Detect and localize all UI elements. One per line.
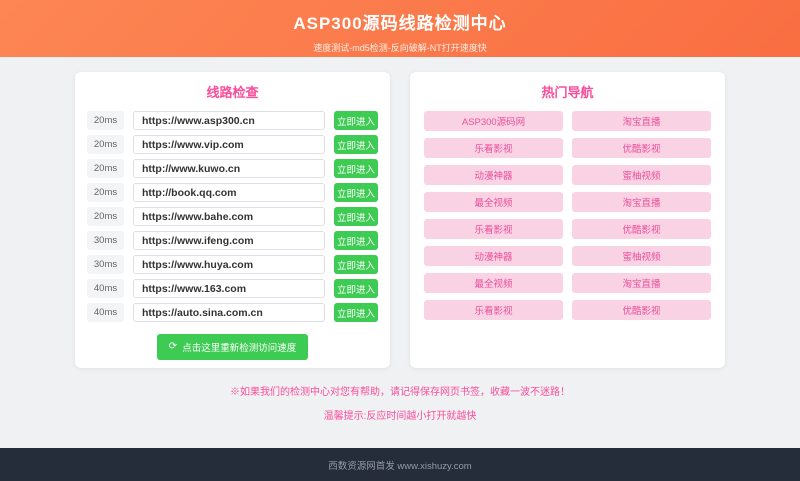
- check-row: 40ms 立即进入: [87, 279, 378, 298]
- nav-link-button[interactable]: 淘宝直播: [572, 192, 711, 212]
- ping-badge: 30ms: [87, 231, 124, 250]
- main-content: 线路检查 20ms立即进入20ms立即进入20ms立即进入20ms立即进入20m…: [0, 57, 800, 368]
- ping-badge: 20ms: [87, 207, 124, 226]
- url-input[interactable]: [133, 279, 325, 298]
- ping-badge: 30ms: [87, 255, 124, 274]
- nav-link-button[interactable]: 最全视频: [424, 273, 563, 293]
- ping-badge: 20ms: [87, 159, 124, 178]
- ping-badge: 20ms: [87, 111, 124, 130]
- notes: ※如果我们的检测中心对您有帮助，请记得保存网页书签，收藏一波不迷路！ 温馨提示:…: [0, 383, 800, 422]
- url-input[interactable]: [133, 207, 325, 226]
- nav-link-button[interactable]: 最全视频: [424, 192, 563, 212]
- enter-button[interactable]: 立即进入: [334, 303, 378, 322]
- enter-button[interactable]: 立即进入: [334, 231, 378, 250]
- nav-link-button[interactable]: ASP300源码网: [424, 111, 563, 131]
- line-check-title: 线路检查: [87, 82, 378, 101]
- ping-badge: 40ms: [87, 279, 124, 298]
- page-title: ASP300源码线路检测中心: [0, 9, 800, 34]
- url-input[interactable]: [133, 231, 325, 250]
- header: ASP300源码线路检测中心 速度测试-md5检测-反向破解-NT打开速度快: [0, 0, 800, 57]
- check-row: 30ms 立即进入: [87, 255, 378, 274]
- enter-button[interactable]: 立即进入: [334, 207, 378, 226]
- enter-button[interactable]: 立即进入: [334, 279, 378, 298]
- enter-button[interactable]: 立即进入: [334, 183, 378, 202]
- hot-nav-title: 热门导航: [422, 82, 713, 101]
- footer-text: 西数资源网首发 www.xishuzy.com: [328, 458, 471, 472]
- check-row: 30ms 立即进入: [87, 231, 378, 250]
- ping-badge: 20ms: [87, 135, 124, 154]
- nav-link-button[interactable]: 乐看影视: [424, 138, 563, 158]
- nav-link-button[interactable]: 蜜柚视频: [572, 165, 711, 185]
- check-row: 20ms 立即进入: [87, 159, 378, 178]
- url-input[interactable]: [133, 159, 325, 178]
- speed-tip-text: 温馨提示:反应时间越小打开就越快: [0, 407, 800, 422]
- enter-button[interactable]: 立即进入: [334, 111, 378, 130]
- nav-link-button[interactable]: 乐看影视: [424, 300, 563, 320]
- enter-button[interactable]: 立即进入: [334, 135, 378, 154]
- nav-link-button[interactable]: 淘宝直播: [572, 111, 711, 131]
- check-row: 20ms 立即进入: [87, 207, 378, 226]
- url-input[interactable]: [133, 135, 325, 154]
- refresh-button[interactable]: ⟳ 点击这里重新检测访问速度: [157, 334, 308, 360]
- hot-nav-card: 热门导航 ASP300源码网淘宝直播乐看影视优酷影视动漫神器蜜柚视频最全视频淘宝…: [410, 72, 725, 368]
- nav-link-button[interactable]: 动漫神器: [424, 165, 563, 185]
- nav-link-button[interactable]: 淘宝直播: [572, 273, 711, 293]
- line-check-rows: 20ms 立即进入 20ms 立即进入 20ms 立即进入 20ms 立即进入 20ms 立即进入…: [87, 111, 378, 322]
- url-input[interactable]: [133, 183, 325, 202]
- bookmark-tip-text: ※如果我们的检测中心对您有帮助，请记得保存网页书签，收藏一波不迷路！: [0, 383, 800, 398]
- refresh-icon: ⟳: [169, 342, 177, 352]
- nav-link-button[interactable]: 动漫神器: [424, 246, 563, 266]
- nav-link-button[interactable]: 乐看影视: [424, 219, 563, 239]
- enter-button[interactable]: 立即进入: [334, 159, 378, 178]
- ping-badge: 40ms: [87, 303, 124, 322]
- check-row: 20ms 立即进入: [87, 183, 378, 202]
- nav-link-button[interactable]: 优酷影视: [572, 219, 711, 239]
- hot-nav-grid: ASP300源码网淘宝直播乐看影视优酷影视动漫神器蜜柚视频最全视频淘宝直播乐看影…: [422, 111, 713, 320]
- page: ASP300源码线路检测中心 速度测试-md5检测-反向破解-NT打开速度快 线…: [0, 0, 800, 481]
- footer: 西数资源网首发 www.xishuzy.com: [0, 448, 800, 481]
- nav-link-button[interactable]: 蜜柚视频: [572, 246, 711, 266]
- enter-button[interactable]: 立即进入: [334, 255, 378, 274]
- check-row: 20ms 立即进入: [87, 111, 378, 130]
- url-input[interactable]: [133, 303, 325, 322]
- line-check-card: 线路检查 20ms立即进入20ms立即进入20ms立即进入20ms立即进入20m…: [75, 72, 390, 368]
- nav-link-button[interactable]: 优酷影视: [572, 138, 711, 158]
- url-input[interactable]: [133, 255, 325, 274]
- page-subtitle: 速度测试-md5检测-反向破解-NT打开速度快: [0, 41, 800, 54]
- check-row: 20ms 立即进入: [87, 135, 378, 154]
- check-row: 40ms 立即进入: [87, 303, 378, 322]
- nav-link-button[interactable]: 优酷影视: [572, 300, 711, 320]
- url-input[interactable]: [133, 111, 325, 130]
- ping-badge: 20ms: [87, 183, 124, 202]
- refresh-button-label: 点击这里重新检测访问速度: [182, 340, 296, 354]
